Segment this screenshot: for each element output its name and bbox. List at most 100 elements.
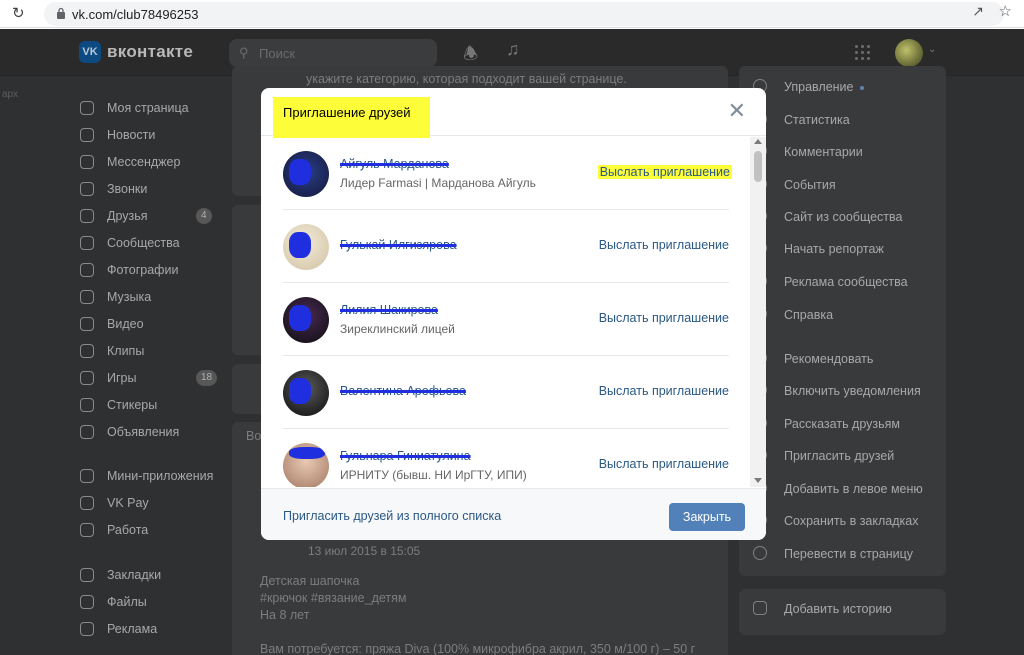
- friend-name[interactable]: Айгуль Марданова: [340, 157, 449, 171]
- chevron-down-icon[interactable]: ⌄: [928, 44, 936, 55]
- nav-item[interactable]: Моя страница: [78, 99, 228, 119]
- friend-name[interactable]: Гулькай Илгизярова: [340, 238, 457, 252]
- right-menu-text: Реклама сообщества: [784, 275, 908, 289]
- nav-item-label: Реклама: [107, 622, 158, 636]
- messenger-icon: [80, 155, 94, 169]
- send-invitation-link[interactable]: Выслать приглашение: [599, 238, 729, 252]
- post-line: На 8 лет: [260, 608, 310, 622]
- search-input[interactable]: ⚲ Поиск: [229, 39, 437, 67]
- right-menu-text: События: [784, 178, 836, 192]
- nav-item[interactable]: Музыка: [78, 288, 228, 308]
- scroll-thumb[interactable]: [754, 151, 762, 182]
- address-bar[interactable]: vk.com/club78496253: [44, 2, 1004, 26]
- tab-fragment: Во: [246, 429, 262, 443]
- search-icon: ⚲: [239, 45, 249, 60]
- right-menu: [739, 66, 946, 576]
- apps-icon: [80, 469, 94, 483]
- advert-icon: [80, 622, 94, 636]
- reload-icon[interactable]: ↻: [12, 5, 30, 23]
- friend-subtitle: Зиреклинский лицей: [340, 322, 455, 336]
- send-invitation-link[interactable]: Выслать приглашение: [597, 165, 732, 179]
- nav-item-label: Объявления: [107, 425, 180, 439]
- nav-item[interactable]: Реклама: [78, 620, 228, 640]
- music-note-icon[interactable]: ♫: [506, 39, 520, 60]
- nav-item[interactable]: Видео: [78, 315, 228, 335]
- scroll-up-icon[interactable]: [754, 139, 762, 144]
- scrollbar[interactable]: [750, 137, 766, 487]
- friend-avatar[interactable]: [283, 370, 329, 416]
- bookmark-star-icon[interactable]: ☆: [999, 2, 1012, 20]
- news-icon: [80, 128, 94, 142]
- friend-name[interactable]: Лилия Шакирова: [340, 303, 438, 317]
- nav-item[interactable]: Мини-приложения: [78, 467, 228, 487]
- clips-icon: [80, 344, 94, 358]
- nav-item[interactable]: Файлы: [78, 593, 228, 613]
- nav-item[interactable]: Объявления: [78, 423, 228, 443]
- right-menu-label: События: [784, 178, 836, 192]
- friend-avatar[interactable]: [283, 151, 329, 197]
- friend-row: Айгуль Марданова Лидер Farmasi | Марданов…: [283, 137, 732, 210]
- right-menu-label: Комментарии: [784, 145, 863, 159]
- profile-avatar[interactable]: [895, 39, 923, 67]
- nav-item[interactable]: Клипы: [78, 342, 228, 362]
- vkpay-icon: [80, 496, 94, 510]
- nav-item-label: Звонки: [107, 182, 148, 196]
- status-dot: [859, 85, 864, 90]
- nav-item-label: Закладки: [107, 568, 162, 582]
- right-menu-text: Перевести в страницу: [784, 547, 914, 561]
- redaction-mark: [289, 447, 325, 459]
- friend-avatar[interactable]: [283, 443, 329, 487]
- right-menu-text: Начать репортаж: [784, 242, 884, 256]
- invite-full-list-link[interactable]: Пригласить друзей из полного списка: [283, 509, 501, 523]
- nav-item[interactable]: Закладки: [78, 566, 228, 586]
- friends-icon: [80, 209, 94, 223]
- right-menu-text: Пригласить друзей: [784, 449, 895, 463]
- right-menu-label: Сохранить в закладках: [784, 514, 918, 528]
- friend-avatar[interactable]: [283, 224, 329, 270]
- send-invitation-link[interactable]: Выслать приглашение: [599, 311, 729, 325]
- right-menu-label: Пригласить друзей: [784, 449, 894, 463]
- video-icon: [80, 317, 94, 331]
- nav-item[interactable]: VK Pay: [78, 494, 228, 514]
- nav-item[interactable]: Звонки: [78, 180, 228, 200]
- photos-icon: [80, 263, 94, 277]
- share-icon[interactable]: ↗: [972, 3, 984, 20]
- friend-row: Лилия Шакирова Зиреклинский лицей Выслать …: [283, 283, 729, 356]
- lock-icon: [57, 7, 65, 19]
- logo-text[interactable]: вконтакте: [107, 42, 193, 62]
- redaction-mark: [289, 232, 311, 258]
- browser-toolbar: ↻ vk.com/club78496253 ↗ ☆: [0, 0, 1024, 28]
- nav-item[interactable]: Мессенджер: [78, 153, 228, 173]
- scroll-down-icon[interactable]: [754, 478, 762, 483]
- vk-logo-icon[interactable]: VK: [79, 41, 101, 63]
- nav-item[interactable]: Сообщества: [78, 234, 228, 254]
- modal-footer: Пригласить друзей из полного списка Закр…: [261, 488, 766, 540]
- friend-name[interactable]: Валентина Арефьева: [340, 384, 466, 398]
- right-menu-label: Рекомендовать: [784, 352, 873, 366]
- close-icon[interactable]: ✕: [728, 100, 746, 122]
- friend-avatar[interactable]: [283, 297, 329, 343]
- close-button[interactable]: Закрыть: [669, 503, 745, 531]
- nav-item[interactable]: Стикеры: [78, 396, 228, 416]
- nav-item-label: Моя страница: [107, 101, 189, 115]
- post-line: Детская шапочка: [260, 574, 360, 588]
- right-menu-text: Рассказать друзьям: [784, 417, 901, 431]
- ghost-text: арх: [2, 89, 19, 100]
- nav-item-label: Сообщества: [107, 236, 180, 250]
- menu-item-icon: [753, 546, 767, 560]
- nav-item[interactable]: Новости: [78, 126, 228, 146]
- right-menu-label: Реклама сообщества: [784, 275, 908, 289]
- nav-item-label: Видео: [107, 317, 144, 331]
- nav-item[interactable]: Фотографии: [78, 261, 228, 281]
- nav-item[interactable]: Работа: [78, 521, 228, 541]
- invite-friends-modal: Приглашение друзей ✕ Айгуль Марданова Лид…: [261, 88, 766, 540]
- right-menu-text: Комментарии: [784, 145, 863, 159]
- friends-list[interactable]: Айгуль Марданова Лидер Farmasi | Марданов…: [261, 137, 766, 487]
- apps-grid-icon[interactable]: [855, 45, 871, 61]
- friend-name[interactable]: Гульнара Гиниатулина: [340, 449, 471, 463]
- music-icon: [80, 290, 94, 304]
- send-invitation-link[interactable]: Выслать приглашение: [599, 384, 729, 398]
- nav-item-label: VK Pay: [107, 496, 149, 510]
- games-icon: [80, 371, 94, 385]
- send-invitation-link[interactable]: Выслать приглашение: [599, 457, 729, 471]
